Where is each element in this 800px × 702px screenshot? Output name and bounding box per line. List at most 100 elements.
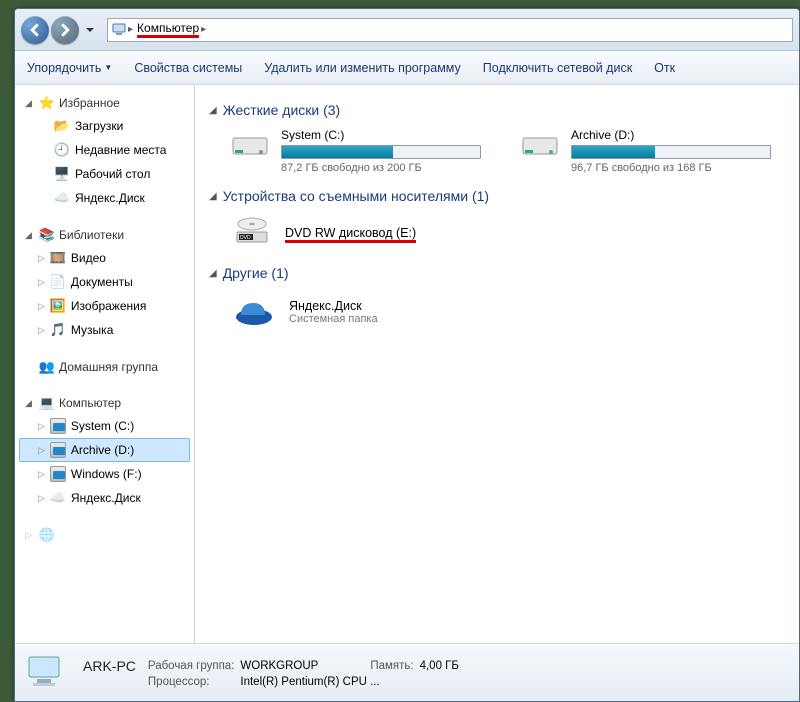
computer-large-icon	[25, 653, 69, 693]
drive-name: Archive (D:)	[571, 128, 781, 142]
dvd-drive-item[interactable]: DVD DVD RW дисковод (E:)	[231, 214, 785, 253]
folder-icon: 📂	[54, 118, 70, 134]
sidebar-item-music[interactable]: ▷🎵Музыка	[19, 318, 190, 342]
chevron-right-icon: ▸	[201, 24, 206, 35]
nav-bar: ▸ Компьютер ▸	[15, 9, 799, 51]
tree-label: Видео	[71, 251, 106, 265]
sidebar-item-pictures[interactable]: ▷🖼️Изображения	[19, 294, 190, 318]
sidebar-item-recent[interactable]: 🕘 Недавние места	[19, 138, 190, 162]
sidebar-item-drive-d[interactable]: ▷Archive (D:)	[19, 438, 190, 462]
tree-label: System (C:)	[71, 419, 134, 433]
favorites-header[interactable]: ◢ ⭐ Избранное	[15, 92, 194, 114]
computer-header[interactable]: ◢ 💻 Компьютер	[15, 392, 194, 414]
drive-icon	[50, 466, 66, 482]
libraries-label: Библиотеки	[59, 228, 124, 242]
sidebar-item-videos[interactable]: ▷ 🎞️ Видео	[19, 246, 190, 270]
tree-label: Windows (F:)	[71, 467, 142, 481]
sidebar-item-yadisk-drive[interactable]: ▷☁️Яндекс.Диск	[19, 486, 190, 510]
organize-button[interactable]: Упорядочить ▼	[27, 61, 112, 75]
sidebar-item-drive-f[interactable]: ▷Windows (F:)	[19, 462, 190, 486]
homegroup-label: Домашняя группа	[59, 360, 158, 374]
collapse-icon: ◢	[209, 191, 217, 202]
favorites-label: Избранное	[59, 96, 120, 110]
group-hard-disks[interactable]: ◢ Жесткие диски (3)	[209, 102, 785, 118]
item-subtext: Системная папка	[289, 313, 378, 325]
hard-disk-list: System (C:) 87,2 ГБ свободно из 200 ГБ A…	[231, 128, 785, 174]
drive-item-c[interactable]: System (C:) 87,2 ГБ свободно из 200 ГБ	[231, 128, 491, 174]
libraries-icon: 📚	[39, 227, 55, 243]
homegroup-header[interactable]: ▷ 👥 Домашняя группа	[15, 356, 194, 378]
video-icon: 🎞️	[50, 250, 66, 266]
breadcrumb-computer[interactable]: Компьютер ▸	[133, 19, 210, 41]
libraries-header[interactable]: ◢ 📚 Библиотеки	[15, 224, 194, 246]
drive-info: System (C:) 87,2 ГБ свободно из 200 ГБ	[281, 128, 491, 174]
organize-label: Упорядочить	[27, 61, 101, 75]
dvd-icon: DVD	[231, 214, 273, 253]
cpu-value: Intel(R) Pentium(R) CPU ...	[240, 676, 459, 688]
collapse-icon: ◢	[209, 268, 217, 279]
open-control-panel-button[interactable]: Отк	[654, 61, 675, 75]
recent-icon: 🕘	[54, 142, 70, 158]
capacity-bar	[571, 145, 771, 159]
music-icon: 🎵	[50, 322, 66, 338]
group-other[interactable]: ◢ Другие (1)	[209, 265, 785, 281]
group-removable[interactable]: ◢ Устройства со съемными носителями (1)	[209, 188, 785, 204]
content-pane: ◢ Жесткие диски (3) System (C:) 87,2 ГБ …	[195, 86, 799, 643]
address-bar[interactable]: ▸ Компьютер ▸	[107, 18, 793, 42]
expand-icon: ▷	[38, 301, 45, 312]
sidebar-item-drive-c[interactable]: ▷System (C:)	[19, 414, 190, 438]
yadisk-item[interactable]: Яндекс.Диск Системная папка	[231, 291, 785, 332]
breadcrumb-label: Компьютер	[137, 21, 199, 38]
desktop-icon: 🖥️	[54, 166, 70, 182]
back-button[interactable]	[21, 16, 49, 44]
sidebar-item-yadisk[interactable]: ☁️Яндекс.Диск	[19, 186, 190, 210]
group-title: Жесткие диски (3)	[223, 102, 341, 118]
navigation-tree: ◢ ⭐ Избранное 📂Загрузки 🕘Недавние места …	[15, 86, 195, 643]
group-title: Устройства со съемными носителями (1)	[223, 188, 489, 204]
computer-label: Компьютер	[59, 396, 121, 410]
dvd-label: DVD RW дисковод (E:)	[285, 226, 416, 243]
workgroup-key: Рабочая группа:	[148, 660, 234, 672]
cloud-icon	[231, 291, 277, 332]
drive-item-d[interactable]: Archive (D:) 96,7 ГБ свободно из 168 ГБ	[521, 128, 781, 174]
capacity-fill	[282, 146, 393, 158]
arrow-left-icon	[28, 23, 42, 37]
document-icon: 📄	[50, 274, 66, 290]
tree-label: Документы	[71, 275, 133, 289]
workgroup-value: WORKGROUP	[240, 660, 318, 672]
expand-icon: ▷	[38, 325, 45, 336]
chevron-down-icon: ▼	[104, 63, 112, 72]
system-properties-button[interactable]: Свойства системы	[134, 61, 242, 75]
details-grid: ARK-PC Рабочая группа: WORKGROUP Память:…	[83, 658, 459, 688]
capacity-fill	[572, 146, 655, 158]
collapse-icon: ◢	[25, 98, 35, 109]
tree-label: Яндекс.Диск	[75, 191, 145, 205]
tree-label: Недавние места	[75, 143, 166, 157]
details-pane: ARK-PC Рабочая группа: WORKGROUP Память:…	[15, 643, 799, 701]
cloud-icon: ☁️	[50, 490, 66, 506]
collapse-icon: ◢	[25, 398, 35, 409]
sidebar-item-desktop[interactable]: 🖥️Рабочий стол	[19, 162, 190, 186]
uninstall-program-button[interactable]: Удалить или изменить программу	[264, 61, 461, 75]
capacity-bar	[281, 145, 481, 159]
cpu-key: Процессор:	[148, 676, 234, 688]
star-icon: ⭐	[39, 95, 55, 111]
forward-button[interactable]	[51, 16, 79, 44]
group-title: Другие (1)	[223, 265, 289, 281]
drive-name: System (C:)	[281, 128, 491, 142]
explorer-window: ▸ Компьютер ▸ Упорядочить ▼ Свойства сис…	[14, 8, 800, 702]
collapse-icon: ◢	[209, 105, 217, 116]
sidebar-item-documents[interactable]: ▷ 📄 Документы	[19, 270, 190, 294]
history-dropdown-icon[interactable]	[85, 25, 95, 35]
network-icon: 🌐	[39, 527, 55, 543]
drive-icon	[50, 442, 66, 458]
expand-icon: ▷	[38, 277, 45, 288]
item-label: Яндекс.Диск	[289, 299, 378, 313]
expand-icon: ▷	[38, 253, 45, 264]
network-header-partial[interactable]: ▷ 🌐	[15, 524, 194, 546]
arrow-right-icon	[58, 23, 72, 37]
picture-icon: 🖼️	[50, 298, 66, 314]
sidebar-item-downloads[interactable]: 📂Загрузки	[19, 114, 190, 138]
map-network-drive-button[interactable]: Подключить сетевой диск	[483, 61, 632, 75]
pc-name: ARK-PC	[83, 658, 136, 674]
